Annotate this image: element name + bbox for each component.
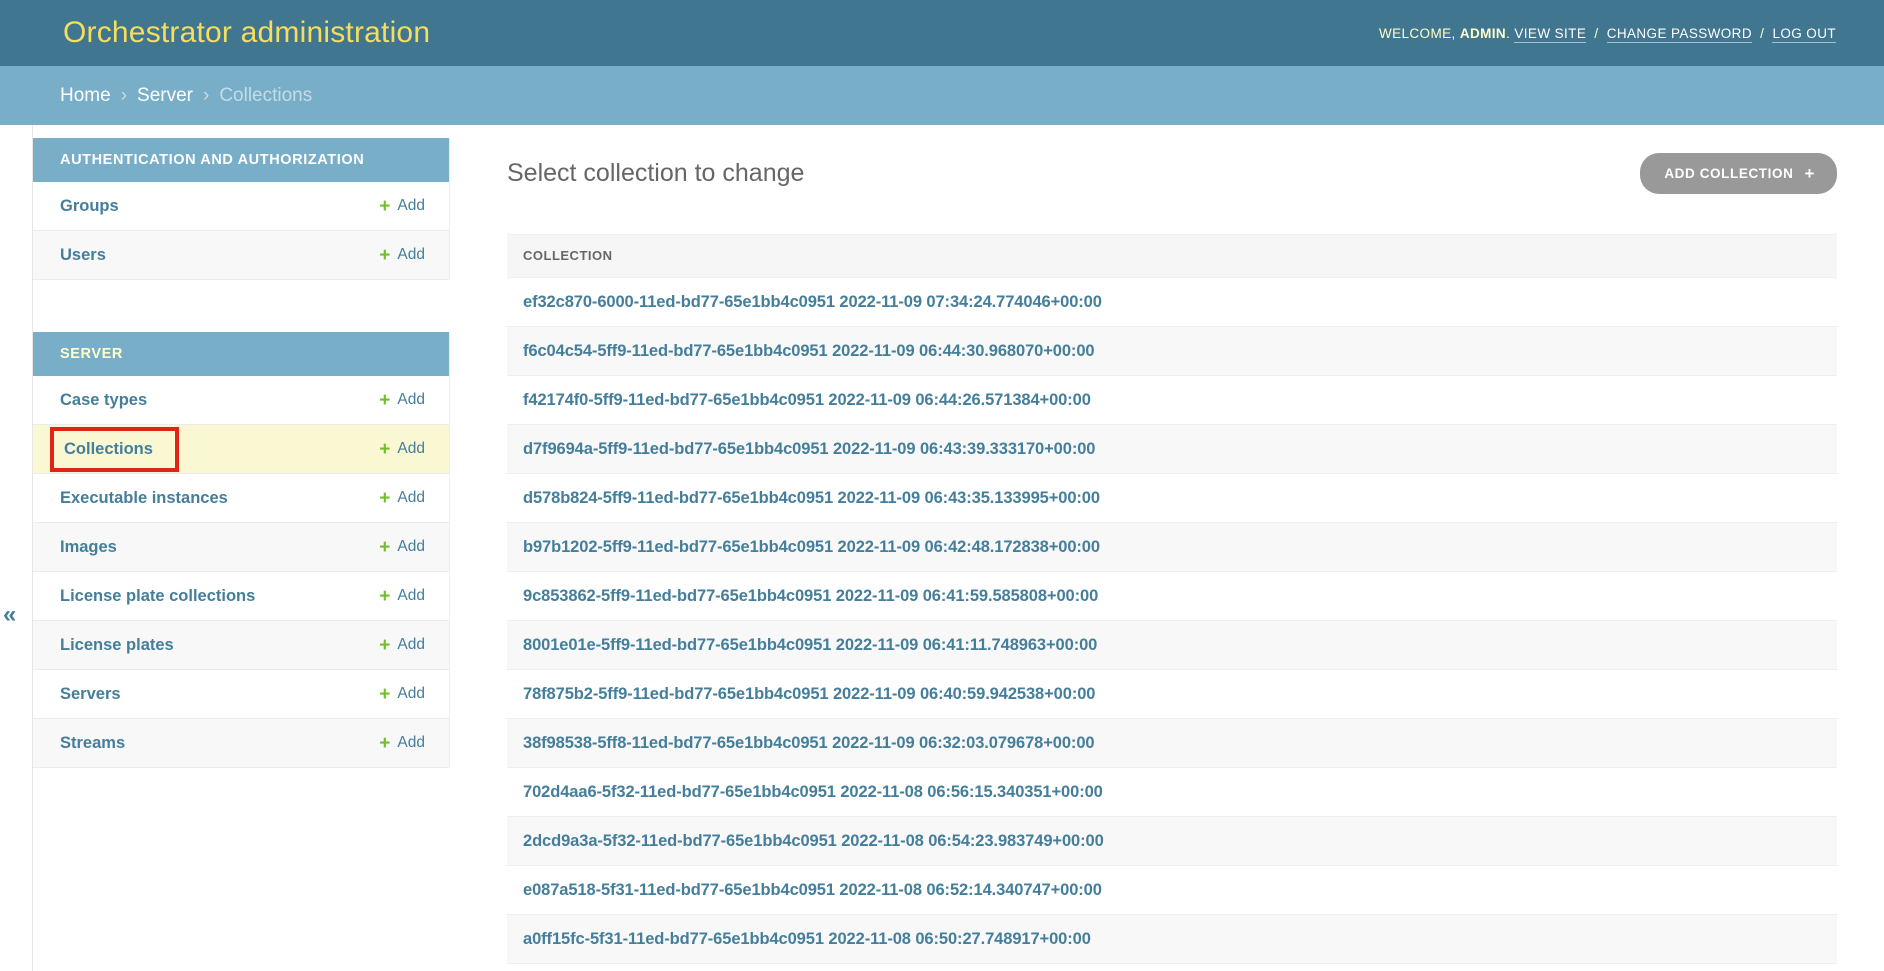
table-row: ef32c870-6000-11ed-bd77-65e1bb4c0951 202… xyxy=(507,278,1837,327)
sidebar-item-groups: Groups +Add xyxy=(33,182,449,231)
change-password-link[interactable]: CHANGE PASSWORD xyxy=(1607,26,1752,43)
table-row: 9c853862-5ff9-11ed-bd77-65e1bb4c0951 202… xyxy=(507,572,1837,621)
nav-sidebar: AUTHENTICATION AND AUTHORIZATION Groups … xyxy=(33,125,450,971)
table-row: f42174f0-5ff9-11ed-bd77-65e1bb4c0951 202… xyxy=(507,376,1837,425)
add-collection-button[interactable]: ADD COLLECTION + xyxy=(1640,153,1837,194)
collection-row-link[interactable]: a0ff15fc-5f31-11ed-bd77-65e1bb4c0951 202… xyxy=(523,930,1091,949)
streams-link[interactable]: Streams xyxy=(60,734,125,753)
logout-link[interactable]: LOG OUT xyxy=(1772,26,1836,43)
table-row: 38f98538-5ff8-11ed-bd77-65e1bb4c0951 202… xyxy=(507,719,1837,768)
collection-row-link[interactable]: f42174f0-5ff9-11ed-bd77-65e1bb4c0951 202… xyxy=(523,391,1091,410)
add-license-plate-link[interactable]: +Add xyxy=(379,636,425,655)
collection-table: COLLECTION ef32c870-6000-11ed-bd77-65e1b… xyxy=(507,234,1837,964)
table-row: d7f9694a-5ff9-11ed-bd77-65e1bb4c0951 202… xyxy=(507,425,1837,474)
add-group-link[interactable]: +Add xyxy=(379,197,425,216)
breadcrumb-server[interactable]: Server xyxy=(137,85,193,107)
collection-row-link[interactable]: e087a518-5f31-11ed-bd77-65e1bb4c0951 202… xyxy=(523,881,1102,900)
collections-link[interactable]: Collections xyxy=(64,440,153,458)
plus-icon: + xyxy=(379,636,390,655)
table-row: 8001e01e-5ff9-11ed-bd77-65e1bb4c0951 202… xyxy=(507,621,1837,670)
license-plates-link[interactable]: License plates xyxy=(60,636,174,655)
annotation-highlight-box: Collections xyxy=(50,427,179,472)
column-header-collection[interactable]: COLLECTION xyxy=(523,248,613,263)
collection-row-link[interactable]: 38f98538-5ff8-11ed-bd77-65e1bb4c0951 202… xyxy=(523,734,1094,753)
sidebar-item-streams: Streams +Add xyxy=(33,719,449,768)
sidebar-item-collections: Collections +Add xyxy=(33,425,449,474)
sidebar-item-license-plate-collections: License plate collections +Add xyxy=(33,572,449,621)
plus-icon: + xyxy=(379,391,390,410)
plus-icon: + xyxy=(379,489,390,508)
table-row: e087a518-5f31-11ed-bd77-65e1bb4c0951 202… xyxy=(507,866,1837,915)
plus-icon: + xyxy=(1804,165,1815,182)
add-server-link[interactable]: +Add xyxy=(379,685,425,704)
plus-icon: + xyxy=(379,440,390,459)
table-row: 2dcd9a3a-5f32-11ed-bd77-65e1bb4c0951 202… xyxy=(507,817,1837,866)
table-row: 78f875b2-5ff9-11ed-bd77-65e1bb4c0951 202… xyxy=(507,670,1837,719)
sidebar-item-users: Users +Add xyxy=(33,231,449,280)
view-site-link[interactable]: VIEW SITE xyxy=(1514,26,1586,43)
collection-row-link[interactable]: 2dcd9a3a-5f32-11ed-bd77-65e1bb4c0951 202… xyxy=(523,832,1104,851)
content: Select collection to change ADD COLLECTI… xyxy=(450,125,1884,971)
collection-row-link[interactable]: 9c853862-5ff9-11ed-bd77-65e1bb4c0951 202… xyxy=(523,587,1098,606)
table-row: a0ff15fc-5f31-11ed-bd77-65e1bb4c0951 202… xyxy=(507,915,1837,964)
collection-row-link[interactable]: 702d4aa6-5f32-11ed-bd77-65e1bb4c0951 202… xyxy=(523,783,1103,802)
collection-row-link[interactable]: 78f875b2-5ff9-11ed-bd77-65e1bb4c0951 202… xyxy=(523,685,1095,704)
add-license-plate-collection-link[interactable]: +Add xyxy=(379,587,425,606)
plus-icon: + xyxy=(379,685,390,704)
collection-row-link[interactable]: b97b1202-5ff9-11ed-bd77-65e1bb4c0951 202… xyxy=(523,538,1100,557)
breadcrumb-home[interactable]: Home xyxy=(60,85,111,107)
add-user-link[interactable]: +Add xyxy=(379,246,425,265)
servers-link[interactable]: Servers xyxy=(60,685,121,704)
images-link[interactable]: Images xyxy=(60,538,117,557)
license-plate-collections-link[interactable]: License plate collections xyxy=(60,587,255,606)
sidebar-section-server-title[interactable]: SERVER xyxy=(33,332,449,376)
sidebar-rail: « xyxy=(0,125,33,971)
breadcrumb-current: Collections xyxy=(219,85,312,107)
collection-row-link[interactable]: ef32c870-6000-11ed-bd77-65e1bb4c0951 202… xyxy=(523,293,1102,312)
collection-row-link[interactable]: d578b824-5ff9-11ed-bd77-65e1bb4c0951 202… xyxy=(523,489,1100,508)
sidebar-section-auth-title[interactable]: AUTHENTICATION AND AUTHORIZATION xyxy=(33,138,449,182)
welcome-text: WELCOME, xyxy=(1379,26,1456,41)
app-header: Orchestrator administration WELCOME, ADM… xyxy=(0,0,1884,66)
table-row: f6c04c54-5ff9-11ed-bd77-65e1bb4c0951 202… xyxy=(507,327,1837,376)
table-row: d578b824-5ff9-11ed-bd77-65e1bb4c0951 202… xyxy=(507,474,1837,523)
sidebar-item-case-types: Case types +Add xyxy=(33,376,449,425)
executable-instances-link[interactable]: Executable instances xyxy=(60,489,228,508)
plus-icon: + xyxy=(379,587,390,606)
collection-row-link[interactable]: f6c04c54-5ff9-11ed-bd77-65e1bb4c0951 202… xyxy=(523,342,1094,361)
user-tools: WELCOME, ADMIN. VIEW SITE / CHANGE PASSW… xyxy=(1379,26,1836,41)
sidebar-section-auth: AUTHENTICATION AND AUTHORIZATION Groups … xyxy=(33,138,450,280)
sidebar-item-images: Images +Add xyxy=(33,523,449,572)
sidebar-section-server: SERVER Case types +Add Collections +Add … xyxy=(33,332,450,768)
table-row: 702d4aa6-5f32-11ed-bd77-65e1bb4c0951 202… xyxy=(507,768,1837,817)
table-row: b97b1202-5ff9-11ed-bd77-65e1bb4c0951 202… xyxy=(507,523,1837,572)
collection-row-link[interactable]: 8001e01e-5ff9-11ed-bd77-65e1bb4c0951 202… xyxy=(523,636,1097,655)
add-collection-link[interactable]: +Add xyxy=(379,440,425,459)
breadcrumb: Home › Server › Collections xyxy=(0,66,1884,125)
groups-link[interactable]: Groups xyxy=(60,197,119,216)
add-image-link[interactable]: +Add xyxy=(379,538,425,557)
users-link[interactable]: Users xyxy=(60,246,106,265)
collection-row-link[interactable]: d7f9694a-5ff9-11ed-bd77-65e1bb4c0951 202… xyxy=(523,440,1095,459)
sidebar-item-license-plates: License plates +Add xyxy=(33,621,449,670)
plus-icon: + xyxy=(379,197,390,216)
add-stream-link[interactable]: +Add xyxy=(379,734,425,753)
username: ADMIN xyxy=(1460,26,1506,41)
add-case-type-link[interactable]: +Add xyxy=(379,391,425,410)
site-title[interactable]: Orchestrator administration xyxy=(63,16,430,50)
case-types-link[interactable]: Case types xyxy=(60,391,147,410)
add-executable-instance-link[interactable]: +Add xyxy=(379,489,425,508)
plus-icon: + xyxy=(379,538,390,557)
plus-icon: + xyxy=(379,246,390,265)
collapse-sidebar-button[interactable]: « xyxy=(3,603,16,627)
table-header-row: COLLECTION xyxy=(507,234,1837,278)
page-title: Select collection to change xyxy=(507,159,804,188)
sidebar-item-servers: Servers +Add xyxy=(33,670,449,719)
plus-icon: + xyxy=(379,734,390,753)
sidebar-item-executable-instances: Executable instances +Add xyxy=(33,474,449,523)
